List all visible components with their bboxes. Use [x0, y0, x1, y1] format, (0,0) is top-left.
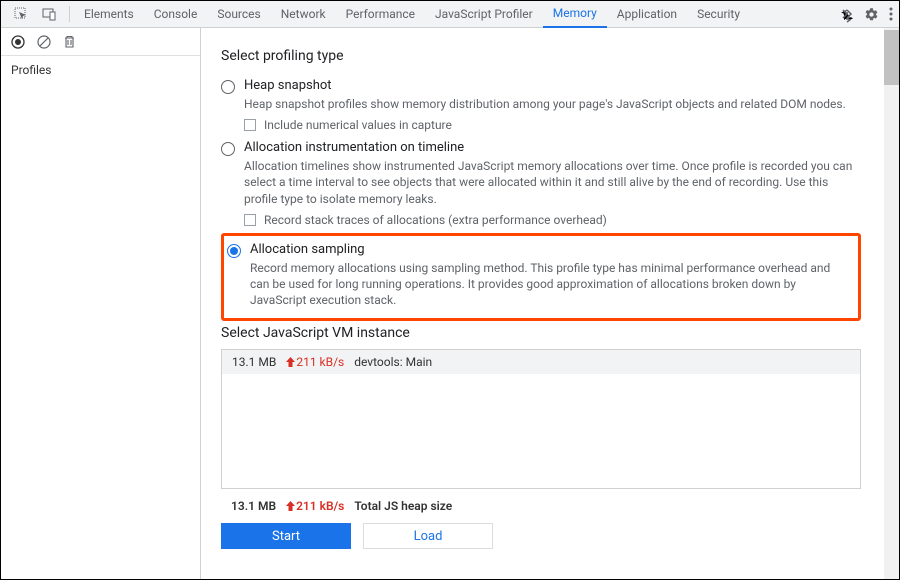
sub-option-label: Record stack traces of allocations (extr… — [264, 213, 607, 227]
vm-rate: 211 kB/s — [286, 355, 344, 369]
footer-label: Total JS heap size — [354, 499, 452, 513]
divider — [69, 6, 70, 22]
checkbox[interactable] — [244, 119, 256, 131]
tab-security[interactable]: Security — [687, 1, 750, 28]
record-icon[interactable] — [11, 35, 25, 49]
settings-gear-icon[interactable] — [864, 7, 879, 22]
vm-instance-row[interactable]: 13.1 MB 211 kB/s devtools: Main — [222, 350, 860, 374]
vm-instance-list: 13.1 MB 211 kB/s devtools: Main — [221, 349, 861, 489]
option-desc: Allocation timelines show instrumented J… — [244, 158, 861, 207]
option-heap-snapshot[interactable]: Heap snapshot Heap snapshot profiles sho… — [221, 72, 861, 134]
option-title: Allocation instrumentation on timeline — [244, 140, 861, 155]
vm-instance-title: Select JavaScript VM instance — [221, 325, 861, 341]
option-title: Heap snapshot — [244, 78, 861, 93]
option-allocation-timeline[interactable]: Allocation instrumentation on timeline A… — [221, 134, 861, 229]
tab-sources[interactable]: Sources — [207, 1, 270, 28]
heap-footer: 13.1 MB 211 kB/s Total JS heap size — [221, 499, 861, 513]
option-title: Allocation sampling — [250, 242, 850, 257]
memory-panel: Select profiling type Heap snapshot Heap… — [201, 28, 899, 579]
inspect-element-icon[interactable] — [9, 2, 33, 26]
device-toolbar-icon[interactable] — [37, 2, 61, 26]
tab-application[interactable]: Application — [607, 1, 687, 28]
devtools-tabstrip: Elements Console Sources Network Perform… — [1, 1, 899, 28]
tab-performance[interactable]: Performance — [336, 1, 425, 28]
option-desc: Heap snapshot profiles show memory distr… — [244, 96, 861, 112]
option-desc: Record memory allocations using sampling… — [250, 260, 850, 309]
tab-js-profiler[interactable]: JavaScript Profiler — [425, 1, 543, 28]
tab-console[interactable]: Console — [144, 1, 208, 28]
checkbox[interactable] — [244, 214, 256, 226]
tab-memory[interactable]: Memory — [543, 1, 607, 28]
sub-option-stack-traces[interactable]: Record stack traces of allocations (extr… — [244, 213, 861, 227]
option-allocation-sampling[interactable]: Allocation sampling Record memory alloca… — [227, 242, 850, 309]
radio-allocation-timeline[interactable] — [221, 142, 235, 156]
load-button[interactable]: Load — [363, 523, 493, 549]
start-button[interactable]: Start — [221, 523, 351, 549]
radio-allocation-sampling[interactable] — [227, 244, 241, 258]
more-tabs-icon[interactable] — [840, 9, 854, 19]
scrollbar-thumb[interactable] — [884, 30, 899, 85]
arrow-up-icon — [286, 501, 295, 511]
allocation-sampling-highlight: Allocation sampling Record memory alloca… — [221, 233, 861, 322]
sidebar-toolbar — [1, 28, 200, 56]
delete-icon[interactable] — [63, 35, 76, 49]
footer-size: 13.1 MB — [231, 499, 276, 513]
vm-size: 13.1 MB — [232, 355, 276, 369]
profiles-sidebar: Profiles — [1, 28, 201, 579]
scrollbar-track[interactable] — [884, 28, 899, 579]
kebab-menu-icon[interactable] — [889, 7, 893, 21]
profiling-type-title: Select profiling type — [221, 48, 861, 64]
sub-option-label: Include numerical values in capture — [264, 118, 452, 132]
vm-name: devtools: Main — [354, 355, 432, 369]
radio-heap-snapshot[interactable] — [221, 80, 235, 94]
tab-network[interactable]: Network — [271, 1, 336, 28]
profiles-heading: Profiles — [1, 56, 200, 84]
sub-option-include-numerical[interactable]: Include numerical values in capture — [244, 118, 861, 132]
tab-elements[interactable]: Elements — [74, 1, 144, 28]
clear-icon[interactable] — [37, 35, 51, 49]
footer-rate: 211 kB/s — [286, 499, 344, 513]
arrow-up-icon — [286, 357, 295, 367]
